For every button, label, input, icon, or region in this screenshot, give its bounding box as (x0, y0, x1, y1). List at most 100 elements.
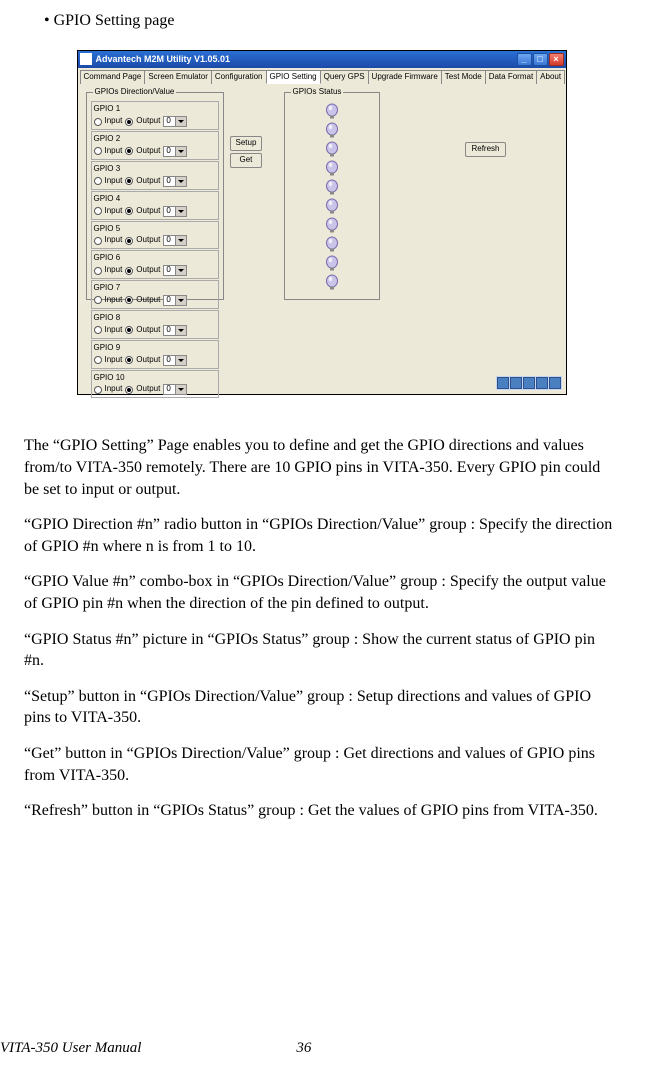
chevron-down-icon (175, 207, 187, 216)
radio-input[interactable] (94, 237, 102, 245)
tray-icon (523, 377, 535, 389)
gpio-label: GPIO 8 (94, 313, 216, 324)
footer-manual-name: VITA-350 User Manual (0, 1038, 141, 1058)
radio-output[interactable] (125, 356, 133, 364)
gpio-row: GPIO 8InputOutput0 (91, 310, 219, 339)
status-bulb-icon (325, 198, 339, 216)
gpio-label: GPIO 6 (94, 253, 216, 264)
gpio-label: GPIO 3 (94, 164, 216, 175)
tab-gpio-setting[interactable]: GPIO Setting (266, 70, 321, 85)
maximize-button[interactable]: □ (533, 53, 548, 66)
gpio-label: GPIO 2 (94, 134, 216, 145)
radio-input-label: Input (105, 325, 123, 336)
chevron-down-icon (175, 296, 187, 305)
radio-input-label: Input (105, 235, 123, 246)
status-bulb-icon (325, 217, 339, 235)
chevron-down-icon (175, 236, 187, 245)
tab-configuration[interactable]: Configuration (211, 70, 267, 85)
group-direction-title: GPIOs Direction/Value (93, 87, 177, 98)
radio-input[interactable] (94, 147, 102, 155)
radio-output[interactable] (125, 326, 133, 334)
radio-input-label: Input (105, 176, 123, 187)
radio-output-label: Output (136, 265, 160, 276)
value-combo[interactable]: 0 (163, 295, 187, 306)
value-combo[interactable]: 0 (163, 206, 187, 217)
status-bulb-icon (325, 274, 339, 292)
chevron-down-icon (175, 117, 187, 126)
status-bulb-icon (325, 160, 339, 178)
radio-output[interactable] (125, 118, 133, 126)
tab-screen-emulator[interactable]: Screen Emulator (144, 70, 212, 85)
gpio-row: GPIO 1InputOutput0 (91, 101, 219, 130)
tab-command-page[interactable]: Command Page (80, 70, 146, 85)
radio-input[interactable] (94, 326, 102, 334)
radio-input[interactable] (94, 267, 102, 275)
section-heading: • GPIO Setting page (44, 10, 619, 32)
status-bulb-icon (325, 122, 339, 140)
radio-output-label: Output (136, 116, 160, 127)
tray-icon (497, 377, 509, 389)
value-combo[interactable]: 0 (163, 146, 187, 157)
value-combo[interactable]: 0 (163, 176, 187, 187)
tab-query-gps[interactable]: Query GPS (320, 70, 369, 85)
radio-input[interactable] (94, 118, 102, 126)
radio-output[interactable] (125, 207, 133, 215)
gpio-row: GPIO 5InputOutput0 (91, 221, 219, 250)
gpio-row: GPIO 2InputOutput0 (91, 131, 219, 160)
tab-upgrade-firmware[interactable]: Upgrade Firmware (368, 70, 442, 85)
status-bulb-icon (325, 179, 339, 197)
chevron-down-icon (175, 177, 187, 186)
radio-output[interactable] (125, 177, 133, 185)
tab-data-format[interactable]: Data Format (485, 70, 537, 85)
group-status: GPIOs Status (284, 92, 380, 300)
tray-icon (536, 377, 548, 389)
minimize-button[interactable]: _ (517, 53, 532, 66)
chevron-down-icon (175, 326, 187, 335)
radio-output[interactable] (125, 296, 133, 304)
radio-output-label: Output (136, 146, 160, 157)
tab-test-mode[interactable]: Test Mode (441, 70, 486, 85)
radio-input[interactable] (94, 386, 102, 394)
paragraph: “GPIO Status #n” picture in “GPIOs Statu… (24, 629, 619, 672)
tab-about[interactable]: About (536, 70, 565, 85)
radio-output[interactable] (125, 386, 133, 394)
value-combo[interactable]: 0 (163, 265, 187, 276)
value-combo[interactable]: 0 (163, 116, 187, 127)
radio-input-label: Input (105, 295, 123, 306)
radio-output-label: Output (136, 384, 160, 395)
radio-input[interactable] (94, 207, 102, 215)
get-button[interactable]: Get (230, 153, 263, 168)
chevron-down-icon (175, 356, 187, 365)
status-bulb-icon (325, 103, 339, 121)
group-status-title: GPIOs Status (291, 87, 344, 98)
gpio-label: GPIO 4 (94, 194, 216, 205)
radio-output[interactable] (125, 237, 133, 245)
tray-icon (549, 377, 561, 389)
radio-output[interactable] (125, 267, 133, 275)
radio-input-label: Input (105, 116, 123, 127)
chevron-down-icon (175, 147, 187, 156)
gpio-label: GPIO 7 (94, 283, 216, 294)
tray-icon (510, 377, 522, 389)
value-combo[interactable]: 0 (163, 384, 187, 395)
radio-input[interactable] (94, 356, 102, 364)
gpio-label: GPIO 9 (94, 343, 216, 354)
value-combo[interactable]: 0 (163, 325, 187, 336)
radio-output-label: Output (136, 235, 160, 246)
group-direction-value: GPIOs Direction/Value GPIO 1InputOutput0… (86, 92, 224, 300)
refresh-button[interactable]: Refresh (465, 142, 505, 157)
status-bulb-icon (325, 141, 339, 159)
radio-output[interactable] (125, 147, 133, 155)
page-footer: VITA-350 User Manual 36 (0, 1038, 647, 1058)
radio-input-label: Input (105, 355, 123, 366)
gpio-row: GPIO 3InputOutput0 (91, 161, 219, 190)
radio-input[interactable] (94, 177, 102, 185)
close-button[interactable]: × (549, 53, 564, 66)
paragraph: The “GPIO Setting” Page enables you to d… (24, 435, 619, 500)
radio-input[interactable] (94, 296, 102, 304)
value-combo[interactable]: 0 (163, 235, 187, 246)
radio-output-label: Output (136, 295, 160, 306)
setup-button[interactable]: Setup (230, 136, 263, 151)
gpio-row: GPIO 7Input Output0 (91, 280, 219, 309)
value-combo[interactable]: 0 (163, 355, 187, 366)
